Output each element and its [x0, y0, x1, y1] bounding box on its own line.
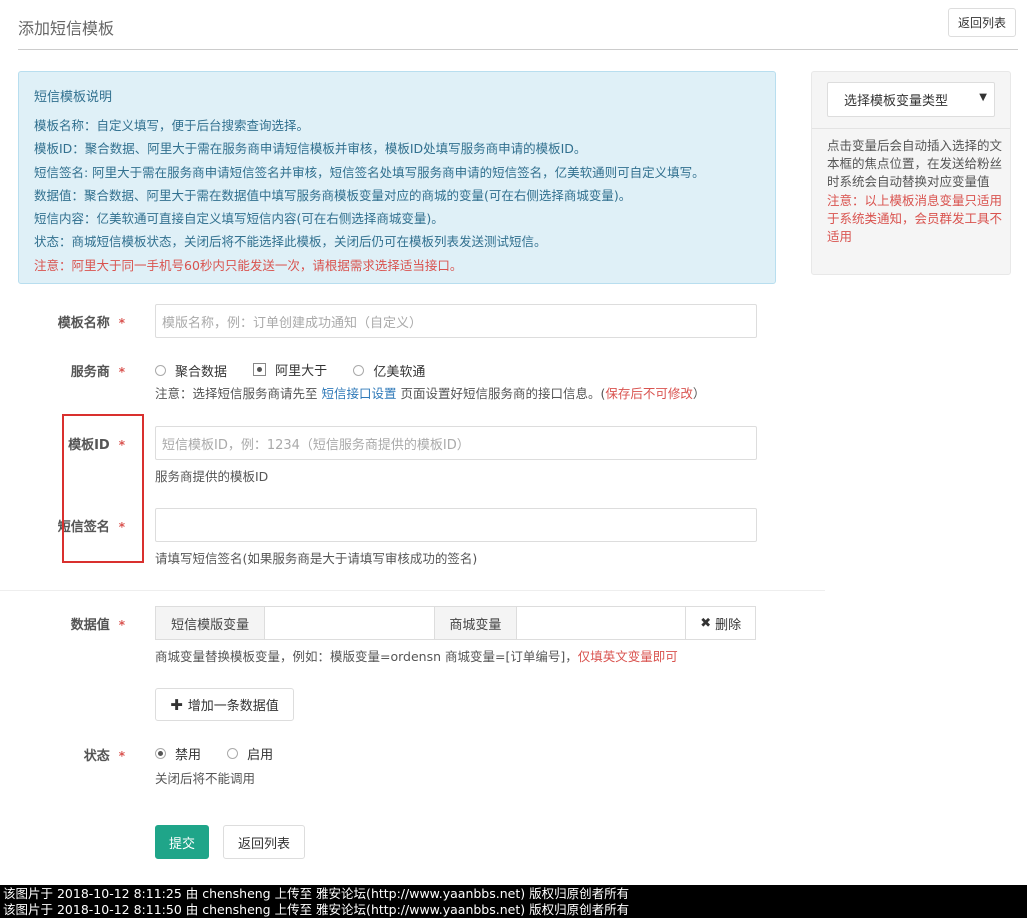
status-option-label: 禁用: [175, 748, 202, 763]
section-divider: [0, 590, 825, 591]
watermark-line: 该图片于 2018-10-12 8:11:25 由 chensheng 上传至 …: [3, 886, 630, 901]
highlight-box: [62, 414, 144, 563]
provider-hint-prefix: 注意：选择短信服务商请先至: [155, 386, 322, 401]
mall-variable-addon: 商城变量: [435, 607, 517, 639]
template-name-label: 模板名称 *: [15, 312, 125, 331]
instruction-warning: 注意：阿里大于同一手机号60秒内只能发送一次，请根据需求选择适当接口。: [34, 257, 463, 273]
provider-hint: 注意：选择短信服务商请先至 短信接口设置 页面设置好短信服务商的接口信息。(保存…: [155, 383, 705, 402]
sidebar-warning: 注意：以上模板消息变量只适用于系统类通知，会员群发工具不适用: [827, 192, 1003, 245]
provider-option-alidayu[interactable]: 阿里大于: [253, 360, 327, 379]
variable-type-select[interactable]: 选择模板变量类型 ▼: [827, 82, 995, 117]
instruction-line: 短信内容：亿美软通可直接自定义填写短信内容(可在右侧选择商城变量)。: [34, 211, 444, 227]
signature-input[interactable]: [155, 508, 757, 542]
provider-option-label: 聚合数据: [175, 365, 228, 380]
data-value-hint-warning: 仅填英文变量即可: [577, 649, 678, 664]
status-option-label: 启用: [247, 748, 274, 763]
add-data-value-button[interactable]: ✚ 增加一条数据值: [155, 688, 294, 721]
instruction-line: 模板名称：自定义填写，便于后台搜索查询选择。: [34, 118, 310, 133]
sms-variable-input[interactable]: [265, 607, 436, 639]
template-id-placeholder: 短信模板ID，例：1234（短信服务商提供的模板ID）: [162, 437, 470, 453]
delete-data-value-button[interactable]: ✖ 删除: [686, 607, 755, 639]
provider-hint-suffix: ）: [692, 386, 706, 401]
variable-type-select-value: 选择模板变量类型: [844, 94, 949, 109]
status-option-disabled[interactable]: 禁用: [155, 744, 201, 763]
template-name-label-text: 模板名称: [57, 316, 110, 331]
required-mark: *: [118, 749, 125, 763]
variable-sidebar: 选择模板变量类型 ▼ 点击变量后会自动插入选择的文本框的焦点位置，在发送给粉丝时…: [811, 71, 1011, 275]
provider-options: 聚合数据 阿里大于 亿美软通: [155, 360, 447, 380]
status-label: 状态 *: [15, 745, 125, 764]
sms-interface-settings-link[interactable]: 短信接口设置: [321, 386, 396, 401]
instruction-line: 状态：商城短信模板状态，关闭后将不能选择此模板，关闭后仍可在模板列表发送测试短信…: [34, 234, 547, 250]
add-data-value-label: 增加一条数据值: [187, 699, 279, 714]
data-value-label-text: 数据值: [70, 618, 110, 633]
instructions-heading: 短信模板说明: [34, 90, 113, 105]
radio-icon: [227, 748, 239, 759]
sidebar-divider: [812, 128, 1010, 129]
instruction-line: 模板ID：聚合数据、阿里大于需在服务商申请短信模板并审核，模板ID处填写服务商申…: [34, 141, 587, 157]
provider-option-juhe[interactable]: 聚合数据: [155, 361, 227, 380]
provider-option-label: 亿美软通: [373, 365, 426, 380]
data-value-hint-main: 商城变量替换模板变量，例如：模版变量=ordensn 商城变量=[订单编号]，: [155, 649, 578, 664]
header-divider: [18, 49, 1018, 50]
page-title: 添加短信模板: [18, 19, 115, 38]
radio-icon: [155, 365, 166, 376]
status-label-text: 状态: [83, 749, 110, 764]
signature-hint: 请填写短信签名(如果服务商是大于请填写审核成功的签名): [155, 551, 478, 566]
template-name-input[interactable]: 模版名称，例：订单创建成功通知（自定义）: [155, 304, 757, 338]
provider-hint-warning: 保存后不可修改: [605, 386, 693, 401]
watermark-line: 该图片于 2018-10-12 8:11:50 由 chensheng 上传至 …: [3, 902, 630, 917]
submit-button[interactable]: 提交: [155, 825, 209, 859]
back-to-list-button[interactable]: 返回列表: [948, 8, 1016, 37]
template-id-input[interactable]: 短信模板ID，例：1234（短信服务商提供的模板ID）: [155, 426, 757, 460]
status-options: 禁用 启用: [155, 744, 295, 763]
template-id-hint: 服务商提供的模板ID: [155, 469, 269, 484]
sidebar-help: 点击变量后会自动插入选择的文本框的焦点位置，在发送给粉丝时系统会自动替换对应变量…: [827, 137, 1003, 246]
upload-watermark: 该图片于 2018-10-12 8:11:25 由 chensheng 上传至 …: [0, 885, 1027, 918]
plus-icon: ✚: [170, 695, 183, 714]
sms-variable-addon: 短信模版变量: [156, 607, 266, 639]
template-name-placeholder: 模版名称，例：订单创建成功通知（自定义）: [162, 315, 423, 331]
radio-checked-icon: [155, 748, 166, 759]
status-option-enabled[interactable]: 启用: [227, 744, 273, 763]
provider-option-yimei[interactable]: 亿美软通: [353, 361, 425, 380]
status-hint: 关闭后将不能调用: [155, 771, 256, 786]
caret-down-icon: ▼: [979, 92, 987, 103]
instruction-line: 短信签名: 阿里大于需在服务商申请短信签名并审核，短信签名处填写服务商申请的短信…: [34, 164, 705, 180]
instructions-panel: 短信模板说明 模板名称：自定义填写，便于后台搜索查询选择。 模板ID：聚合数据、…: [18, 71, 776, 284]
data-value-label: 数据值 *: [15, 614, 125, 633]
data-value-hint: 商城变量替换模板变量，例如：模版变量=ordensn 商城变量=[订单编号]，仅…: [155, 646, 678, 665]
back-to-list-bottom-button[interactable]: 返回列表: [223, 825, 305, 859]
radio-checked-icon: [253, 363, 267, 376]
provider-label-text: 服务商: [70, 365, 110, 380]
required-mark: *: [118, 365, 125, 379]
provider-hint-middle: 页面设置好短信服务商的接口信息。(: [396, 386, 606, 401]
data-value-row: 短信模版变量 商城变量 ✖ 删除: [155, 606, 756, 640]
required-mark: *: [118, 618, 125, 632]
provider-label: 服务商 *: [15, 361, 125, 380]
sidebar-help-text: 点击变量后会自动插入选择的文本框的焦点位置，在发送给粉丝时系统会自动替换对应变量…: [827, 138, 1003, 190]
mall-variable-input[interactable]: [517, 607, 687, 639]
required-mark: *: [118, 316, 125, 330]
provider-option-label: 阿里大于: [275, 364, 328, 379]
delete-label: 删除: [715, 617, 742, 633]
close-icon: ✖: [700, 615, 712, 631]
instruction-line: 数据值：聚合数据、阿里大于需在数据值中填写服务商模板变量对应的商城的变量(可在右…: [34, 187, 632, 203]
radio-icon: [353, 365, 365, 376]
